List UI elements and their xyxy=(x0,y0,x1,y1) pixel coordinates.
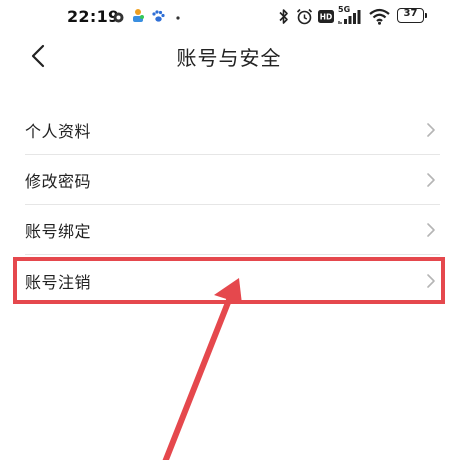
wifi-icon xyxy=(369,8,390,25)
record-dot-icon xyxy=(113,12,124,23)
hd-icon: HD xyxy=(318,10,334,23)
status-bar: 22:19 HD 5G 37 xyxy=(0,0,458,38)
chevron-right-icon xyxy=(427,123,435,137)
menu-item-change-password[interactable]: 修改密码 xyxy=(0,155,458,205)
alarm-icon xyxy=(296,8,313,25)
chevron-right-icon xyxy=(427,173,435,187)
menu-item-label: 修改密码 xyxy=(25,172,92,191)
chevron-right-icon xyxy=(427,223,435,237)
chevron-right-icon xyxy=(427,274,435,288)
more-notifications-dot-icon xyxy=(176,16,180,20)
menu-item-account-binding[interactable]: 账号绑定 xyxy=(0,205,458,255)
cellular-signal-icon xyxy=(338,10,361,24)
menu-item-label: 账号绑定 xyxy=(25,222,92,241)
status-time: 22:19 xyxy=(67,7,120,26)
divider xyxy=(25,254,440,255)
page-title: 账号与安全 xyxy=(176,46,282,70)
svg-text:HD: HD xyxy=(320,13,333,22)
menu-item-label: 账号注销 xyxy=(25,273,92,292)
nav-bar: 账号与安全 xyxy=(0,38,458,74)
menu-item-account-deletion[interactable]: 账号注销 xyxy=(0,256,458,306)
app-notification-icon xyxy=(133,9,144,22)
battery-cap-icon xyxy=(425,13,427,18)
menu-item-label: 个人资料 xyxy=(25,122,92,141)
battery-level: 37 xyxy=(403,8,418,19)
bluetooth-icon xyxy=(279,9,288,24)
paw-icon xyxy=(152,10,165,22)
menu-item-profile[interactable]: 个人资料 xyxy=(0,105,458,155)
battery-icon: 37 xyxy=(397,8,424,23)
